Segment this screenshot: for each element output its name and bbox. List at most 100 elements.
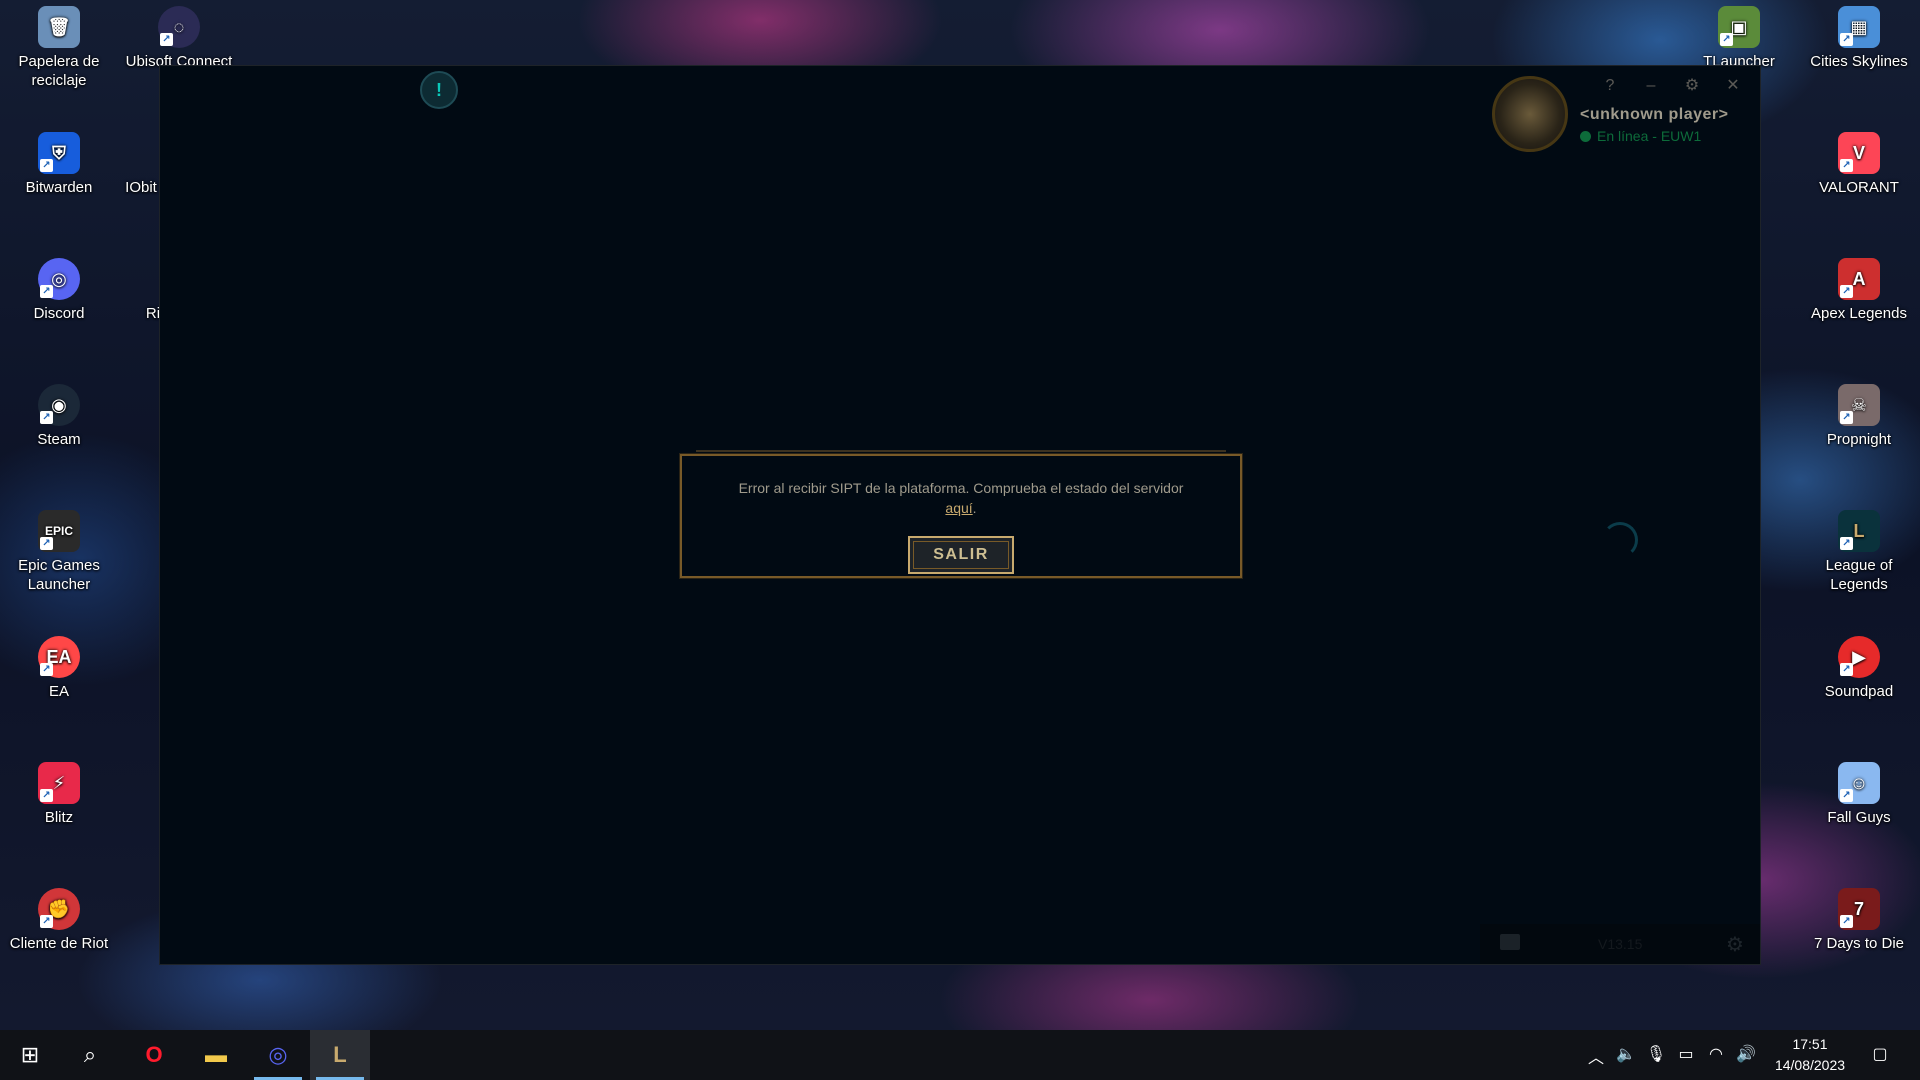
valorant-glyph: V (1852, 142, 1865, 163)
speaker-icon[interactable]: 🔈 (1614, 1044, 1638, 1064)
online-status-icon (1580, 130, 1591, 142)
desktop-icon-epic-games[interactable]: EPIC ↗ Epic Games Launcher (4, 510, 114, 594)
start-button[interactable]: ⊞ (0, 1030, 60, 1080)
show-hidden-icons-chevron-icon[interactable]: ︿ (1584, 1044, 1608, 1068)
blitz-glyph: ⚡ (52, 772, 66, 793)
shortcut-arrow-icon: ↗ (40, 789, 53, 802)
system-clock[interactable]: 17:51 14/08/2023 (1760, 1034, 1860, 1076)
propnight-icon: ☠ ↗ (1838, 384, 1880, 426)
apex-glyph: A (1852, 268, 1866, 289)
shortcut-arrow-icon: ↗ (1840, 537, 1853, 550)
desktop-icon-soundpad[interactable]: ▶ ↗ Soundpad (1804, 636, 1914, 701)
ubisoft-connect-icon: ◌ ↗ (158, 6, 200, 48)
tlauncher-icon: ▣ ↗ (1718, 6, 1760, 48)
taskbar-app-discord[interactable]: ◎ (248, 1030, 308, 1080)
discord-icon: ◎ ↗ (38, 258, 80, 300)
epic-games-icon: EPIC ↗ (38, 510, 80, 552)
profile-avatar[interactable] (1492, 76, 1568, 152)
desktop-icon-label: 7 Days to Die (1813, 935, 1905, 952)
error-message-suffix: . (972, 500, 977, 516)
taskbar-app-file-explorer[interactable]: ▬ (186, 1030, 246, 1080)
taskbar-app-league[interactable]: L (310, 1030, 370, 1080)
desktop-icon-steam[interactable]: ◉ ↗ Steam (4, 384, 114, 449)
recycle-bin-icon: 🗑 (38, 6, 80, 48)
desktop-icon-ubisoft-connect[interactable]: ◌ ↗ Ubisoft Connect (124, 6, 234, 71)
league-of-legends-icon: L ↗ (1838, 510, 1880, 552)
riot-client-icon: ✊ ↗ (38, 888, 80, 930)
steam-icon: ◉ ↗ (38, 384, 80, 426)
shortcut-arrow-icon: ↗ (40, 663, 53, 676)
desktop-icon-propnight[interactable]: ☠ ↗ Propnight (1804, 384, 1914, 449)
shortcut-arrow-icon: ↗ (40, 915, 53, 928)
apex-legends-icon: A ↗ (1838, 258, 1880, 300)
microphone-icon[interactable]: 🎙 (1644, 1044, 1668, 1064)
7dtd-glyph: 7 (1853, 898, 1864, 919)
search-button[interactable]: ⌕ (60, 1030, 120, 1080)
desktop-icon-recycle-bin[interactable]: 🗑 Papelera de reciclaje (4, 6, 114, 90)
7-days-to-die-icon: 7 ↗ (1838, 888, 1880, 930)
close-button[interactable]: ✕ (1719, 74, 1747, 98)
desktop-icon-7-days-to-die[interactable]: 7 ↗ 7 Days to Die (1804, 888, 1914, 953)
desktop-icon-label: Propnight (1826, 431, 1892, 448)
bitwarden-glyph: ⛨ (52, 142, 66, 163)
desktop-icon-fall-guys[interactable]: ☺ ↗ Fall Guys (1804, 762, 1914, 827)
fall-guys-icon: ☺ ↗ (1838, 762, 1880, 804)
blitz-icon: ⚡ ↗ (38, 762, 80, 804)
desktop-icon-label: Steam (37, 431, 81, 448)
loading-spinner-icon (1602, 522, 1638, 558)
soundpad-icon: ▶ ↗ (1838, 636, 1880, 678)
desktop-icon-cities-skylines[interactable]: ▦ ↗ Cities Skylines (1804, 6, 1914, 71)
settings-button[interactable]: ⚙ (1678, 74, 1706, 98)
desktop-icon-league-of-legends[interactable]: L ↗ League of Legends (1804, 510, 1914, 594)
steam-glyph: ◉ (51, 394, 67, 415)
shortcut-arrow-icon: ↗ (1840, 411, 1853, 424)
shortcut-arrow-icon: ↗ (40, 537, 53, 550)
desktop-icon-label: VALORANT (1819, 179, 1899, 196)
desktop-icon-label: Cliente de Riot (9, 935, 109, 952)
desktop-icon-label: Soundpad (1824, 683, 1894, 700)
desktop-icon-ea[interactable]: EA ↗ EA (4, 636, 114, 701)
alert-icon[interactable]: ! (420, 71, 458, 109)
shortcut-arrow-icon: ↗ (160, 33, 173, 46)
propnight-glyph: ☠ (1850, 394, 1868, 415)
taskbar-app-opera[interactable]: O (124, 1030, 184, 1080)
desktop-icon-blitz[interactable]: ⚡ ↗ Blitz (4, 762, 114, 827)
shortcut-arrow-icon: ↗ (1840, 159, 1853, 172)
desktop-icon-tlauncher[interactable]: ▣ ↗ TLauncher (1684, 6, 1794, 71)
profile-status[interactable]: En línea - EUW1 (1580, 128, 1701, 144)
battery-icon[interactable]: ▭ (1674, 1044, 1698, 1064)
desktop-icon-label: Blitz (44, 809, 74, 826)
desktop-icon-label: League of Legends (1825, 557, 1893, 593)
shortcut-arrow-icon: ↗ (1840, 285, 1853, 298)
clock-date: 14/08/2023 (1774, 1057, 1846, 1073)
error-dialog: Error al recibir SIPT de la plataforma. … (680, 450, 1242, 578)
volume-icon[interactable]: 🔊 (1734, 1044, 1758, 1064)
server-status-link[interactable]: aquí (945, 500, 972, 516)
cities-skylines-icon: ▦ ↗ (1838, 6, 1880, 48)
desktop-icon-label: Papelera de reciclaje (18, 53, 100, 89)
shortcut-arrow-icon: ↗ (40, 285, 53, 298)
shortcut-arrow-icon: ↗ (1840, 33, 1853, 46)
chat-icon[interactable] (1500, 934, 1520, 950)
shortcut-arrow-icon: ↗ (1720, 33, 1733, 46)
notification-center-icon[interactable]: ▢ (1868, 1044, 1892, 1064)
salir-button[interactable]: SALIR (908, 536, 1014, 574)
ubisoft-glyph: ◌ (173, 16, 185, 37)
help-button[interactable]: ? (1596, 74, 1624, 98)
desktop-icon-apex-legends[interactable]: A ↗ Apex Legends (1804, 258, 1914, 323)
desktop-icon-riot-client[interactable]: ✊ ↗ Cliente de Riot (4, 888, 114, 953)
lol-glyph: L (1853, 520, 1865, 541)
shortcut-arrow-icon: ↗ (1840, 663, 1853, 676)
wifi-icon[interactable]: ◠ (1704, 1044, 1728, 1064)
ea-icon: EA ↗ (38, 636, 80, 678)
footer-settings-icon[interactable]: ⚙ (1726, 932, 1744, 957)
cities-glyph: ▦ (1850, 16, 1868, 37)
soundpad-glyph: ▶ (1852, 646, 1866, 667)
desktop-icon-label: Cities Skylines (1810, 53, 1908, 70)
error-message-text: Error al recibir SIPT de la plataforma. … (738, 480, 1184, 496)
valorant-icon: V ↗ (1838, 132, 1880, 174)
desktop-icon-valorant[interactable]: V ↗ VALORANT (1804, 132, 1914, 197)
client-version: V13.15 (1598, 936, 1643, 952)
clock-time: 17:51 (1792, 1036, 1828, 1052)
minimize-button[interactable]: – (1637, 74, 1665, 98)
